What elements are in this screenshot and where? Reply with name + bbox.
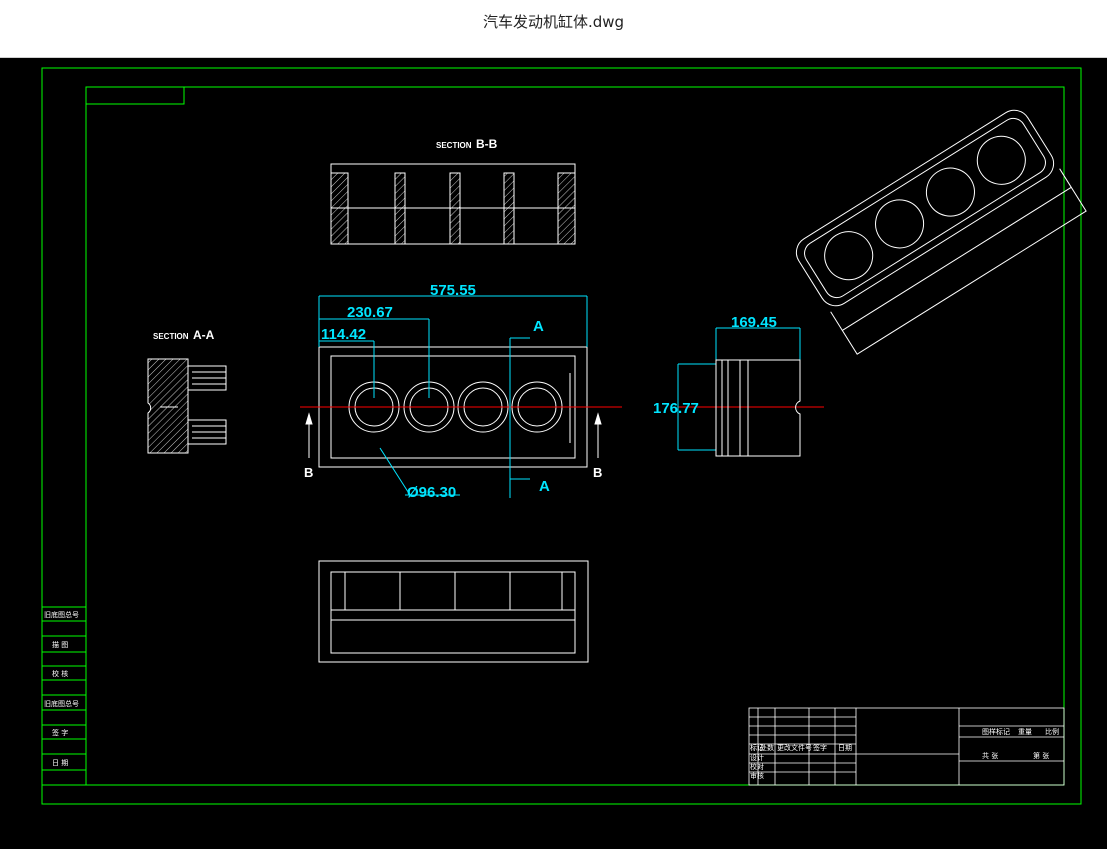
- svg-text:A-A: A-A: [193, 328, 215, 342]
- tb-weight: 重量: [1018, 728, 1032, 736]
- title-bar: 汽车发动机缸体.dwg: [0, 0, 1107, 58]
- strip-label-6: 日 期: [52, 759, 68, 767]
- dim-overall-length: 575.55: [430, 282, 476, 299]
- dim-side-width: 169.45: [731, 314, 777, 331]
- dim-bore-diameter: Ø96.30: [407, 484, 456, 501]
- tb-design: 设计: [750, 753, 764, 762]
- section-bb-title: SECTION B-B: [436, 137, 498, 151]
- strip-label-3: 校 核: [52, 669, 68, 678]
- dim-bore-pitch-2: 230.67: [347, 304, 393, 321]
- strip-label-1: 旧底图总号: [44, 610, 79, 619]
- isometric-view[interactable]: [790, 104, 1087, 355]
- tb-drawing-mark: 图样标记: [982, 727, 1010, 736]
- section-aa-title: SECTION A-A: [153, 328, 215, 342]
- dim-bore-pitch-1: 114.42: [321, 326, 366, 343]
- code-box: [85, 86, 185, 105]
- tb-check: 校对: [750, 762, 764, 771]
- strip-label-2: 描 图: [52, 640, 68, 649]
- front-view[interactable]: [318, 560, 589, 663]
- cut-label-b-right: B: [593, 465, 602, 480]
- svg-text:SECTION: SECTION: [153, 332, 189, 341]
- section-arrows-b: [305, 412, 602, 458]
- tb-date: 日期: [838, 744, 852, 752]
- cut-label-a-bottom: A: [539, 478, 550, 495]
- tb-sheet-no: 第 张: [1033, 751, 1049, 760]
- dim-side-height: 176.77: [653, 400, 699, 417]
- tb-review: 审核: [750, 771, 764, 780]
- cut-label-a-top: A: [533, 318, 544, 335]
- tb-sign: 签字: [813, 743, 827, 752]
- section-bb-view[interactable]: [330, 163, 576, 245]
- tb-count: 处数: [760, 743, 774, 752]
- side-view[interactable]: [715, 359, 801, 457]
- window-title: 汽车发动机缸体.dwg: [482, 13, 625, 31]
- cut-label-b-left: B: [304, 465, 313, 480]
- svg-text:SECTION: SECTION: [436, 141, 472, 150]
- svg-text:B-B: B-B: [476, 137, 498, 151]
- tb-total-sheets: 共 张: [982, 751, 998, 760]
- tb-scale: 比例: [1045, 727, 1059, 736]
- strip-label-4: 旧底图总号: [44, 699, 79, 708]
- strip-label-5: 签 字: [52, 728, 68, 737]
- drawing-canvas[interactable]: 旧底图总号 描 图 校 核 旧底图总号 签 字 日 期 SECTION B-B …: [0, 58, 1107, 844]
- section-aa-view[interactable]: [147, 358, 227, 454]
- tb-change-doc: 更改文件号: [777, 743, 812, 752]
- cad-drawing[interactable]: 旧底图总号 描 图 校 核 旧底图总号 签 字 日 期 SECTION B-B …: [0, 58, 1107, 844]
